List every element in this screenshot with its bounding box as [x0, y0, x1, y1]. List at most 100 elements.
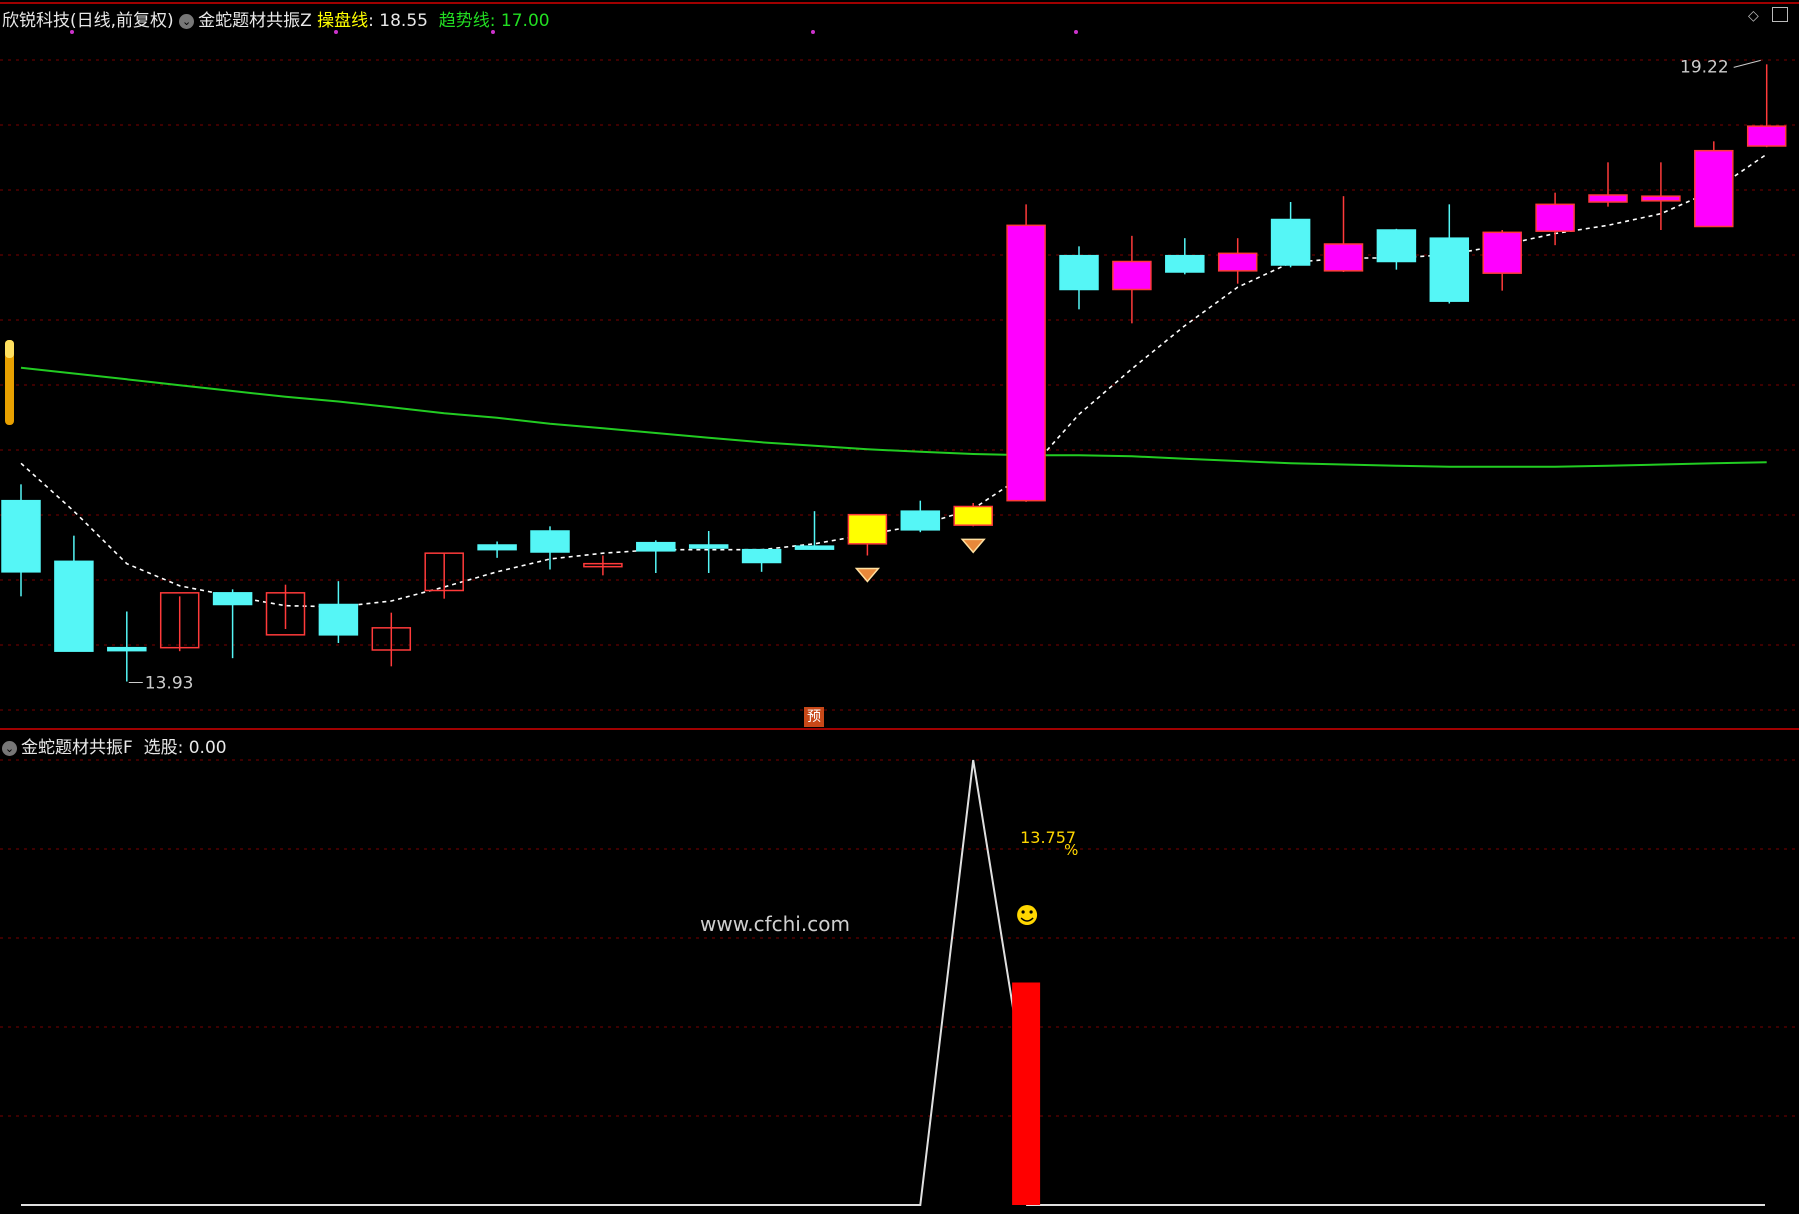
trend-line-label: 趋势线: [438, 11, 490, 31]
candle-body: [477, 544, 517, 551]
candle: [424, 552, 464, 599]
candle: [1641, 162, 1681, 230]
smiley-icon: [1017, 905, 1038, 925]
high-arrow: [1733, 59, 1761, 68]
candle: [530, 526, 570, 570]
main-grid: [0, 59, 1799, 711]
candle-body: [107, 646, 147, 652]
candle: [900, 500, 941, 533]
candle: [1429, 204, 1470, 304]
candle: [636, 540, 676, 573]
candle: [107, 611, 147, 682]
candlestick-series: [1, 64, 1787, 682]
candle-body: [1, 499, 41, 573]
candle: [1006, 204, 1046, 502]
stock-title[interactable]: 欣锐科技(日线,前复权): [2, 11, 174, 31]
candle: [1746, 64, 1787, 148]
main-header: 欣锐科技(日线,前复权) ⌄ 金蛇题材共振Z 操盘线: 18.55 趋势线: 17…: [2, 11, 550, 31]
candle-body: [1006, 224, 1046, 502]
candle: [371, 612, 412, 667]
select-value: 0.00: [188, 738, 227, 758]
candle-body: [1694, 149, 1734, 228]
candle-body: [1270, 218, 1311, 266]
candle: [318, 581, 359, 643]
pre-marker: 预: [804, 707, 824, 727]
candle-body: [54, 560, 94, 652]
candle: [54, 535, 94, 652]
marker-dot: [1074, 30, 1078, 34]
low-label: 13.93: [145, 674, 194, 694]
candle-body: [530, 530, 570, 553]
watermark: www.cfchi.com: [700, 912, 850, 936]
signal-bar: [1012, 982, 1041, 1205]
smiley-eye: [1021, 910, 1025, 914]
candle: [1112, 235, 1152, 324]
percent-sign: %: [1064, 841, 1078, 859]
candle: [1059, 246, 1099, 310]
trend-line: [20, 366, 1767, 468]
candle: [1588, 162, 1628, 207]
candle-body: [953, 505, 993, 526]
trend-line-value: 17.00: [500, 11, 550, 31]
diamond-icon[interactable]: ◇: [1748, 8, 1759, 24]
candle: [1270, 202, 1311, 268]
chevron-down-icon[interactable]: ⌄: [179, 13, 195, 29]
chevron-down-icon[interactable]: ⌄: [2, 740, 17, 756]
candle: [477, 541, 517, 558]
candle-body: [1641, 195, 1681, 202]
price-annotations: 19.22 13.93: [128, 57, 1761, 694]
candle-body: [1429, 237, 1470, 302]
candle: [212, 589, 253, 659]
select-line: [21, 759, 1028, 1206]
candle: [794, 511, 835, 550]
sub-pane: 13.757%: [21, 759, 1765, 1206]
candle: [1694, 141, 1734, 228]
candle: [953, 503, 993, 527]
select-label: 选股: [143, 738, 178, 758]
candle-body: [636, 541, 676, 552]
smiley-eye: [1029, 910, 1033, 914]
diamond-icon: [854, 567, 881, 583]
candle: [583, 555, 623, 576]
candle-body: [212, 592, 253, 606]
candle: [688, 531, 729, 573]
candle-body: [794, 545, 835, 550]
candle: [265, 584, 306, 636]
candle-body: [900, 510, 941, 531]
candle-body: [1059, 254, 1099, 291]
indicator-name[interactable]: 金蛇题材共振Z: [198, 11, 312, 31]
diamond-icon: [960, 538, 986, 554]
candle-body: [1588, 194, 1628, 203]
candle: [847, 513, 888, 556]
signal-markers: [854, 538, 986, 583]
sub-header: ⌄ 金蛇题材共振F 选股: 0.00: [2, 733, 227, 758]
control-line: [20, 153, 1768, 608]
candle-body: [1112, 260, 1152, 291]
window-toggle-icon[interactable]: [1772, 7, 1788, 22]
sub-indicator-name[interactable]: 金蛇题材共振F: [21, 738, 133, 758]
candle-body: [1376, 229, 1417, 263]
candle-body: [318, 603, 359, 636]
kline-chart[interactable]: 19.22 13.93 13.757%: [0, 0, 1799, 1210]
candle: [1482, 230, 1522, 291]
candle: [159, 592, 200, 652]
control-line-value: 18.55: [379, 11, 428, 31]
candle: [1217, 238, 1258, 284]
candle: [1376, 228, 1417, 270]
candle-body: [1535, 203, 1575, 232]
candle-body: [741, 548, 782, 564]
candle-body: [1746, 125, 1787, 147]
candle: [741, 548, 782, 572]
candle-body: [847, 513, 888, 545]
control-line-label: 操盘线: [317, 11, 369, 31]
chart-stage[interactable]: 19.22 13.93 13.757% 欣锐科技(日线,前复权) ⌄ 金蛇题材共振Z…: [0, 0, 1799, 1210]
candle-body: [688, 544, 729, 549]
candle-body: [1217, 252, 1258, 272]
high-label: 19.22: [1680, 57, 1729, 77]
marker-dot: [811, 30, 815, 34]
candle-body: [1482, 231, 1522, 274]
candle-body: [1323, 243, 1364, 272]
sub-grid: [0, 759, 1799, 1117]
candle: [1323, 196, 1364, 272]
candle: [1165, 238, 1205, 275]
